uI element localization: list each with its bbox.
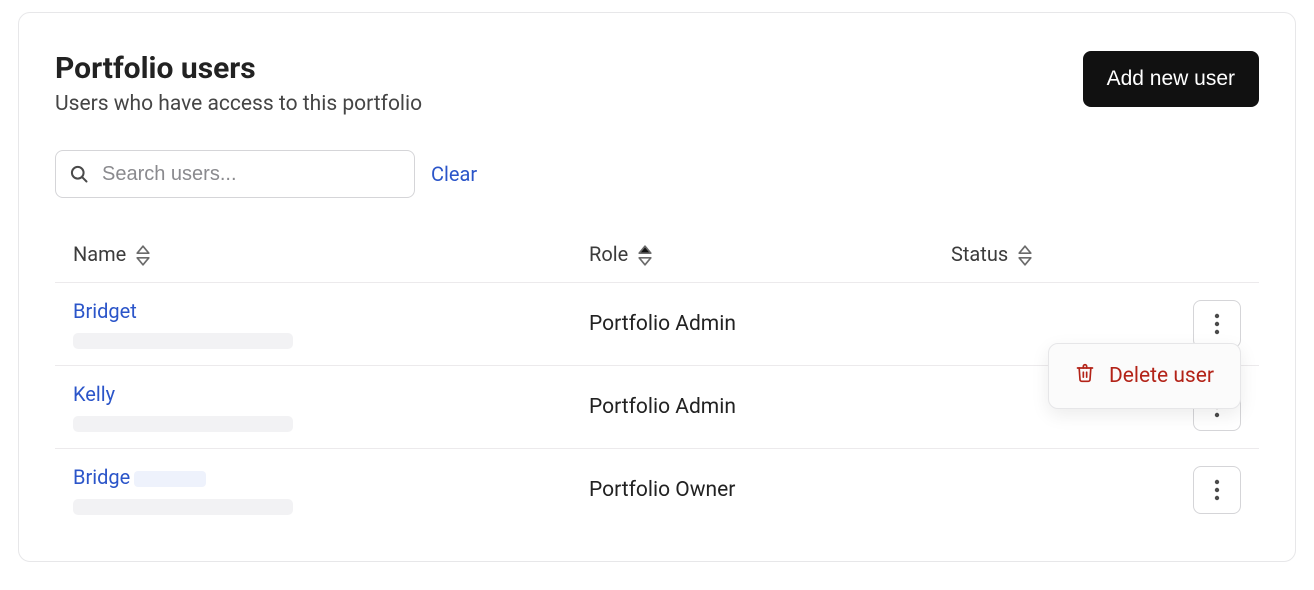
card-header: Portfolio users Users who have access to… [55, 51, 1259, 116]
column-header-status-label: Status [951, 242, 1008, 266]
trash-icon [1075, 362, 1095, 390]
users-table: Name Role Status Bridget Portfolio Admin D… [55, 242, 1259, 531]
redacted-text [73, 499, 293, 515]
user-name-link[interactable]: Bridge [73, 465, 206, 489]
add-user-button[interactable]: Add new user [1083, 51, 1259, 107]
sort-icon [136, 245, 150, 263]
delete-user-label: Delete user [1109, 364, 1214, 388]
header-text: Portfolio users Users who have access to… [55, 51, 1083, 116]
page-subtitle: Users who have access to this portfolio [55, 92, 1083, 116]
column-header-role-label: Role [589, 242, 628, 266]
role-cell: Portfolio Owner [589, 478, 951, 502]
table-row: Bridge Portfolio Owner [55, 449, 1259, 531]
role-cell: Portfolio Admin [589, 312, 951, 336]
column-header-name-label: Name [73, 242, 126, 266]
page-title: Portfolio users [55, 51, 1083, 86]
name-cell: Bridge [73, 465, 589, 515]
row-actions-button[interactable] [1193, 466, 1241, 514]
name-cell: Bridget [73, 299, 589, 349]
user-name-link[interactable]: Bridget [73, 299, 137, 323]
user-name-link[interactable]: Kelly [73, 382, 115, 406]
clear-search-link[interactable]: Clear [431, 162, 477, 186]
delete-user-menu-item[interactable]: Delete user [1057, 352, 1232, 400]
row-actions-button[interactable] [1193, 300, 1241, 348]
redacted-text [73, 333, 293, 349]
column-header-status[interactable]: Status [951, 242, 1185, 266]
column-header-name[interactable]: Name [73, 242, 589, 266]
search-icon [69, 164, 89, 184]
actions-cell [1185, 300, 1241, 348]
search-row: Clear [55, 150, 1259, 198]
name-cell: Kelly [73, 382, 589, 432]
table-row: BridgetPortfolio AdminDelete user [55, 283, 1259, 366]
actions-cell [1185, 466, 1241, 514]
portfolio-users-card: Portfolio users Users who have access to… [18, 12, 1296, 562]
sort-icon [1018, 245, 1032, 263]
search-wrap [55, 150, 415, 198]
row-actions-menu: Delete user [1048, 343, 1241, 409]
sort-icon [638, 245, 652, 263]
redacted-text [73, 416, 293, 432]
search-input[interactable] [55, 150, 415, 198]
role-cell: Portfolio Admin [589, 395, 951, 419]
column-header-role[interactable]: Role [589, 242, 951, 266]
table-header: Name Role Status [55, 242, 1259, 283]
redacted-text [134, 471, 206, 487]
